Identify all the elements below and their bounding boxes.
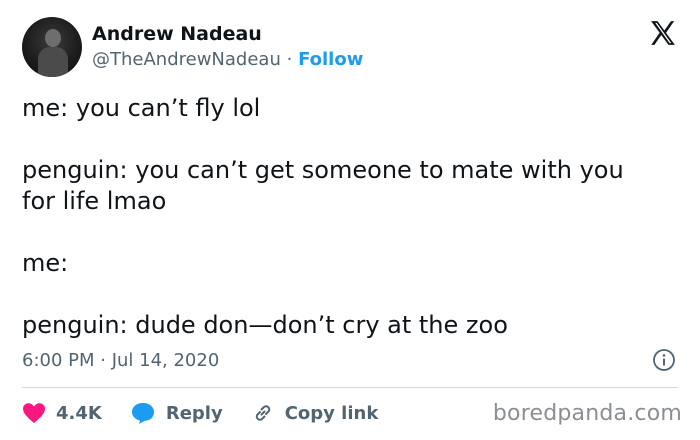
tweet-line: me: you can’t fly lol — [22, 94, 261, 122]
like-button[interactable]: 4.4K — [22, 402, 102, 424]
watermark: boredpanda.com — [492, 401, 682, 426]
tweet-line: penguin: dude don—don’t cry at the zoo — [22, 311, 508, 339]
copy-link-button[interactable]: Copy link — [251, 401, 379, 425]
avatar[interactable] — [22, 17, 82, 77]
tweet-timestamp[interactable]: 6:00 PM · Jul 14, 2020 — [22, 349, 219, 373]
avatar-head — [45, 29, 61, 47]
x-logo-icon[interactable] — [648, 18, 678, 48]
tweet-line: penguin: you can’t get someone to mate w… — [22, 156, 624, 184]
tweet-line: for life lmao — [22, 187, 167, 215]
tweet-text: me: you can’t fly lol penguin: you can’t… — [22, 93, 682, 341]
reply-bubble-icon — [131, 403, 154, 424]
link-icon — [255, 405, 270, 421]
info-icon[interactable] — [652, 348, 676, 372]
author-handle-row: @TheAndrewNadeau · Follow — [92, 48, 363, 72]
reply-button[interactable]: Reply — [130, 401, 223, 425]
like-count: 4.4K — [56, 402, 102, 424]
author-handle[interactable]: @TheAndrewNadeau — [92, 49, 281, 70]
divider — [22, 387, 678, 388]
tweet-header: Andrew Nadeau @TheAndrewNadeau · Follow — [22, 16, 363, 78]
handle-separator: · — [286, 49, 293, 70]
tweet-line: me: — [22, 249, 69, 277]
author-display-name[interactable]: Andrew Nadeau — [92, 22, 363, 46]
tweet-actions: 4.4K Reply Copy link — [22, 396, 406, 430]
copy-link-label: Copy link — [284, 402, 379, 424]
user-meta: Andrew Nadeau @TheAndrewNadeau · Follow — [92, 22, 363, 72]
follow-button[interactable]: Follow — [298, 49, 363, 70]
heart-icon — [23, 403, 45, 423]
reply-label: Reply — [165, 402, 223, 424]
avatar-body — [38, 47, 68, 77]
